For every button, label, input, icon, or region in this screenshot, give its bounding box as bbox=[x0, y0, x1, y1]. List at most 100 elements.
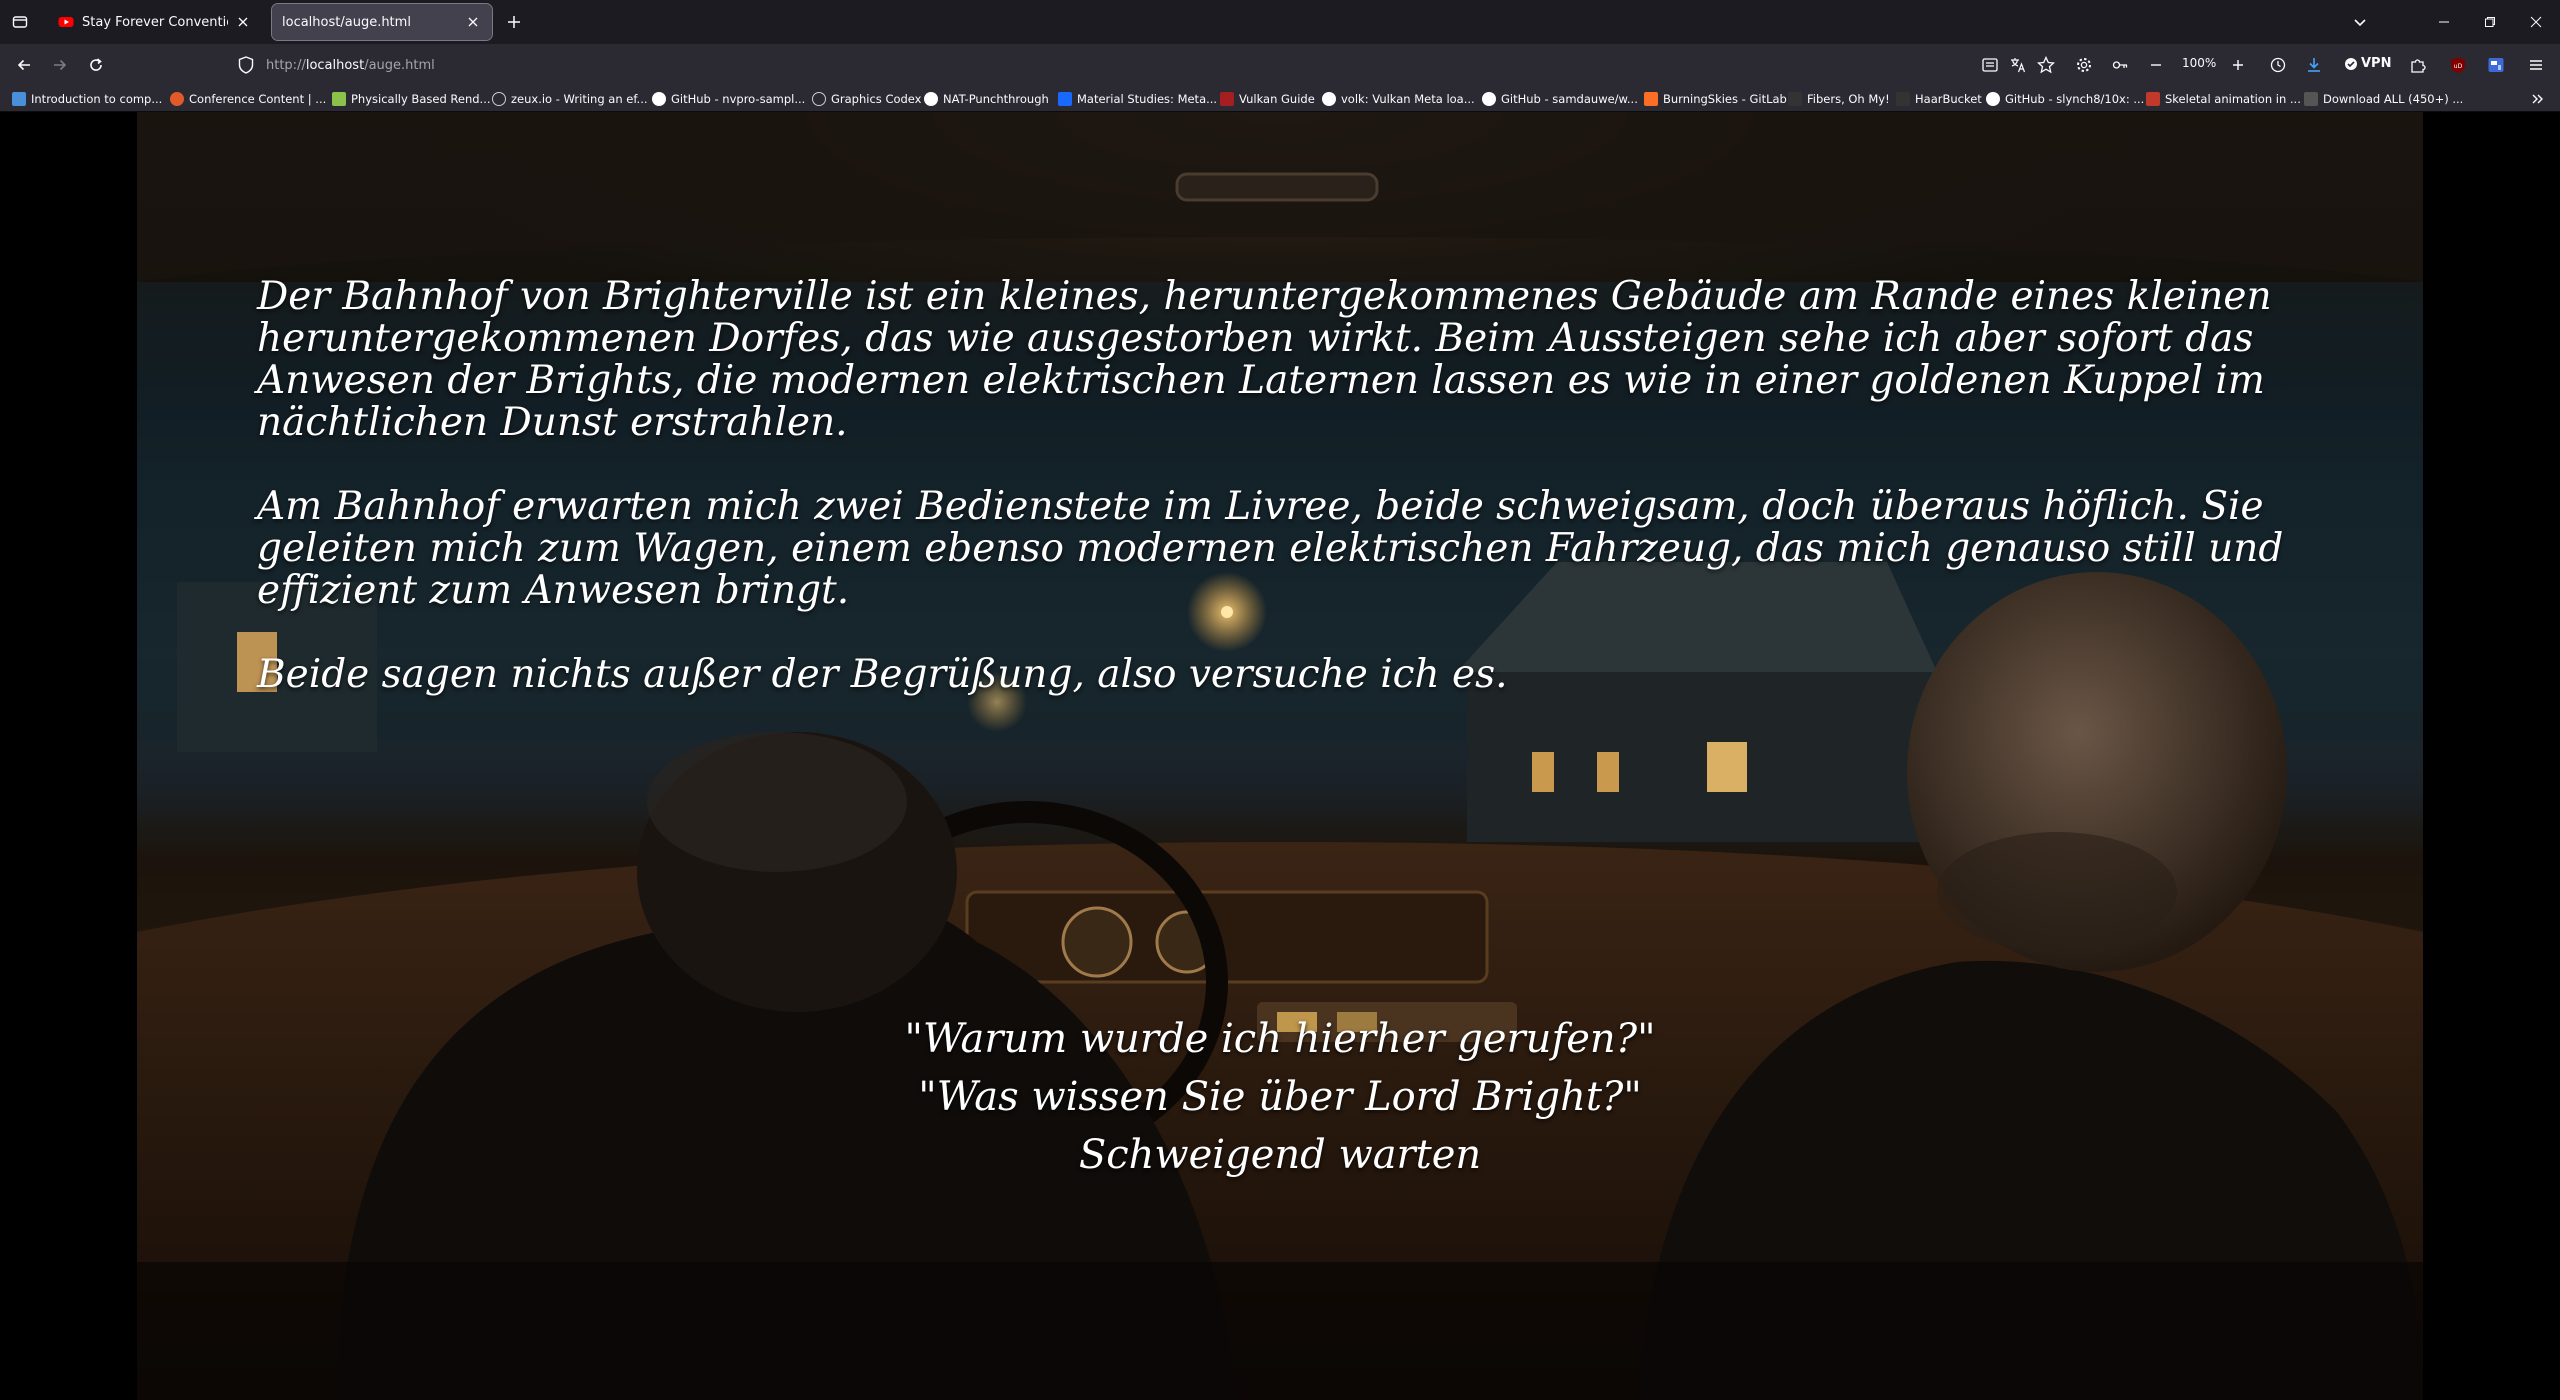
bookmark-label: GitHub - samdauwe/w... bbox=[1501, 92, 1638, 106]
bookmark-item[interactable]: Vulkan Guide bbox=[1220, 90, 1315, 108]
github-icon bbox=[924, 92, 938, 106]
url-path: /auge.html bbox=[364, 57, 435, 73]
bookmark-label: Skeletal animation in ... bbox=[2165, 92, 2301, 106]
bookmark-label: HaarBucket bbox=[1915, 92, 1982, 106]
bookmark-label: Fibers, Oh My! bbox=[1807, 92, 1890, 106]
bookmark-item[interactable]: GitHub - samdauwe/w... bbox=[1482, 90, 1638, 108]
bookmark-favicon-icon bbox=[170, 92, 184, 106]
address-bar[interactable]: http://localhost/auge.html bbox=[230, 49, 1960, 81]
bookmark-item[interactable]: GitHub - nvpro-sampl... bbox=[652, 90, 805, 108]
translate-icon[interactable] bbox=[2006, 53, 2030, 77]
page-content: Der Bahnhof von Brighterville ist ein kl… bbox=[0, 112, 2560, 1400]
back-icon[interactable] bbox=[12, 53, 36, 77]
choice-ask-lord-bright[interactable]: "Was wissen Sie über Lord Bright?" bbox=[918, 1068, 1642, 1126]
reader-view-icon[interactable] bbox=[1978, 53, 2002, 77]
bookmark-item[interactable]: Physically Based Rend... bbox=[332, 90, 491, 108]
new-tab-button[interactable] bbox=[502, 10, 526, 34]
github-icon bbox=[1482, 92, 1496, 106]
svg-text:uD: uD bbox=[2454, 63, 2463, 70]
vpn-icon bbox=[2345, 57, 2357, 70]
choice-list: "Warum wurde ich hierher gerufen?" "Was … bbox=[137, 1010, 2423, 1184]
close-window-icon[interactable] bbox=[2524, 10, 2548, 34]
bookmark-item[interactable]: BurningSkies - GitLab bbox=[1644, 90, 1787, 108]
github-icon bbox=[1322, 92, 1336, 106]
tab-auge[interactable]: localhost/auge.html bbox=[271, 3, 493, 41]
story-paragraph: Am Bahnhof erwarten mich zwei Bedienstet… bbox=[257, 484, 2284, 613]
bookmark-favicon-icon bbox=[2146, 92, 2160, 106]
tracking-protection-icon[interactable] bbox=[236, 55, 256, 75]
extensions-puzzle-icon[interactable] bbox=[2406, 53, 2430, 77]
bookmark-item[interactable]: NAT-Punchthrough bbox=[924, 90, 1049, 108]
url-protocol: http:// bbox=[266, 57, 306, 73]
bookmark-favicon-icon bbox=[12, 92, 26, 106]
restore-icon[interactable] bbox=[2478, 10, 2502, 34]
youtube-icon bbox=[58, 17, 74, 27]
bookmark-item[interactable]: Material Studies: Meta... bbox=[1058, 90, 1217, 108]
close-tab-icon[interactable] bbox=[234, 13, 252, 31]
menu-hamburger-icon[interactable] bbox=[2524, 53, 2548, 77]
bookmark-label: zeux.io - Writing an ef... bbox=[511, 92, 648, 106]
bookmark-item[interactable]: Fibers, Oh My! bbox=[1788, 90, 1890, 108]
bookmark-label: Introduction to comp... bbox=[31, 92, 163, 106]
tab-title: Stay Forever Convention Süd Ta bbox=[82, 14, 228, 30]
bookmarks-toolbar: Introduction to comp... Conference Conte… bbox=[0, 86, 2560, 112]
choice-wait-silently[interactable]: Schweigend warten bbox=[1079, 1126, 1481, 1184]
password-key-icon[interactable] bbox=[2108, 53, 2132, 77]
bookmark-item[interactable]: GitHub - slynch8/10x: ... bbox=[1986, 90, 2144, 108]
vulkan-icon bbox=[1220, 92, 1234, 106]
downloads-icon[interactable] bbox=[2302, 53, 2326, 77]
bookmark-label: Material Studies: Meta... bbox=[1077, 92, 1218, 106]
github-icon bbox=[1986, 92, 2000, 106]
bookmark-favicon-icon bbox=[332, 92, 346, 106]
gitlab-icon bbox=[1644, 92, 1658, 106]
bookmark-item[interactable]: Graphics Codex bbox=[812, 90, 921, 108]
background-car-scene: Der Bahnhof von Brighterville ist ein kl… bbox=[137, 112, 2423, 1400]
bookmark-item[interactable]: HaarBucket bbox=[1896, 90, 1982, 108]
ublock-origin-icon[interactable]: uD bbox=[2446, 53, 2470, 77]
bookmark-item[interactable]: Conference Content | ... bbox=[170, 90, 326, 108]
close-tab-icon[interactable] bbox=[464, 13, 482, 31]
bookmark-star-icon[interactable] bbox=[2034, 53, 2058, 77]
bookmark-label: Download ALL (450+) ... bbox=[2323, 92, 2464, 106]
bookmark-label: GitHub - slynch8/10x: ... bbox=[2005, 92, 2145, 106]
more-bookmarks-icon[interactable] bbox=[2528, 90, 2548, 108]
bookmark-item[interactable]: Download ALL (450+) ... bbox=[2304, 90, 2463, 108]
zoom-in-icon[interactable] bbox=[2226, 53, 2250, 77]
bookmark-label: volk: Vulkan Meta loa... bbox=[1341, 92, 1475, 106]
vpn-button[interactable]: VPN bbox=[2344, 56, 2391, 71]
story-text: Der Bahnhof von Brighterville ist ein kl… bbox=[257, 276, 2337, 738]
settings-gear-icon[interactable] bbox=[2072, 53, 2096, 77]
tab-title: localhost/auge.html bbox=[282, 14, 411, 30]
tab-stay-forever[interactable]: Stay Forever Convention Süd Ta bbox=[48, 4, 262, 40]
list-all-tabs-icon[interactable] bbox=[2348, 10, 2372, 34]
bookmark-label: BurningSkies - GitLab bbox=[1663, 92, 1787, 106]
minimize-icon[interactable] bbox=[2432, 10, 2456, 34]
url-host: localhost bbox=[305, 57, 365, 73]
tab-bar: Stay Forever Convention Süd Ta localhost… bbox=[0, 0, 2560, 44]
zoom-level[interactable]: 100% bbox=[2182, 56, 2216, 70]
bookmark-item[interactable]: zeux.io - Writing an ef... bbox=[492, 90, 648, 108]
profile-extension-icon[interactable] bbox=[2484, 53, 2508, 77]
bookmark-item[interactable]: Introduction to comp... bbox=[12, 90, 162, 108]
bookmark-label: Graphics Codex bbox=[831, 92, 922, 106]
behance-icon bbox=[1058, 92, 1072, 106]
bookmark-favicon-icon bbox=[1788, 92, 1802, 106]
zoom-out-icon[interactable] bbox=[2144, 53, 2168, 77]
story-paragraph: Beide sagen nichts außer der Begrüßung, … bbox=[257, 652, 1508, 697]
bookmark-favicon-icon bbox=[1896, 92, 1910, 106]
vpn-label: VPN bbox=[2361, 56, 2392, 71]
bookmark-item[interactable]: volk: Vulkan Meta loa... bbox=[1322, 90, 1475, 108]
tab-overview-icon[interactable] bbox=[8, 10, 32, 34]
bookmark-item[interactable]: Skeletal animation in ... bbox=[2146, 90, 2301, 108]
github-icon bbox=[652, 92, 666, 106]
choice-ask-why-called[interactable]: "Warum wurde ich hierher gerufen?" bbox=[904, 1010, 1655, 1068]
bookmark-label: GitHub - nvpro-sampl... bbox=[671, 92, 806, 106]
reload-icon[interactable] bbox=[84, 53, 108, 77]
bookmark-label: NAT-Punchthrough bbox=[943, 92, 1049, 106]
history-clock-icon[interactable] bbox=[2266, 53, 2290, 77]
url-text[interactable]: http://localhost/auge.html bbox=[266, 58, 435, 73]
globe-icon bbox=[812, 92, 826, 106]
bookmark-label: Physically Based Rend... bbox=[351, 92, 491, 106]
bookmark-label: Vulkan Guide bbox=[1239, 92, 1315, 106]
forward-icon[interactable] bbox=[48, 53, 72, 77]
